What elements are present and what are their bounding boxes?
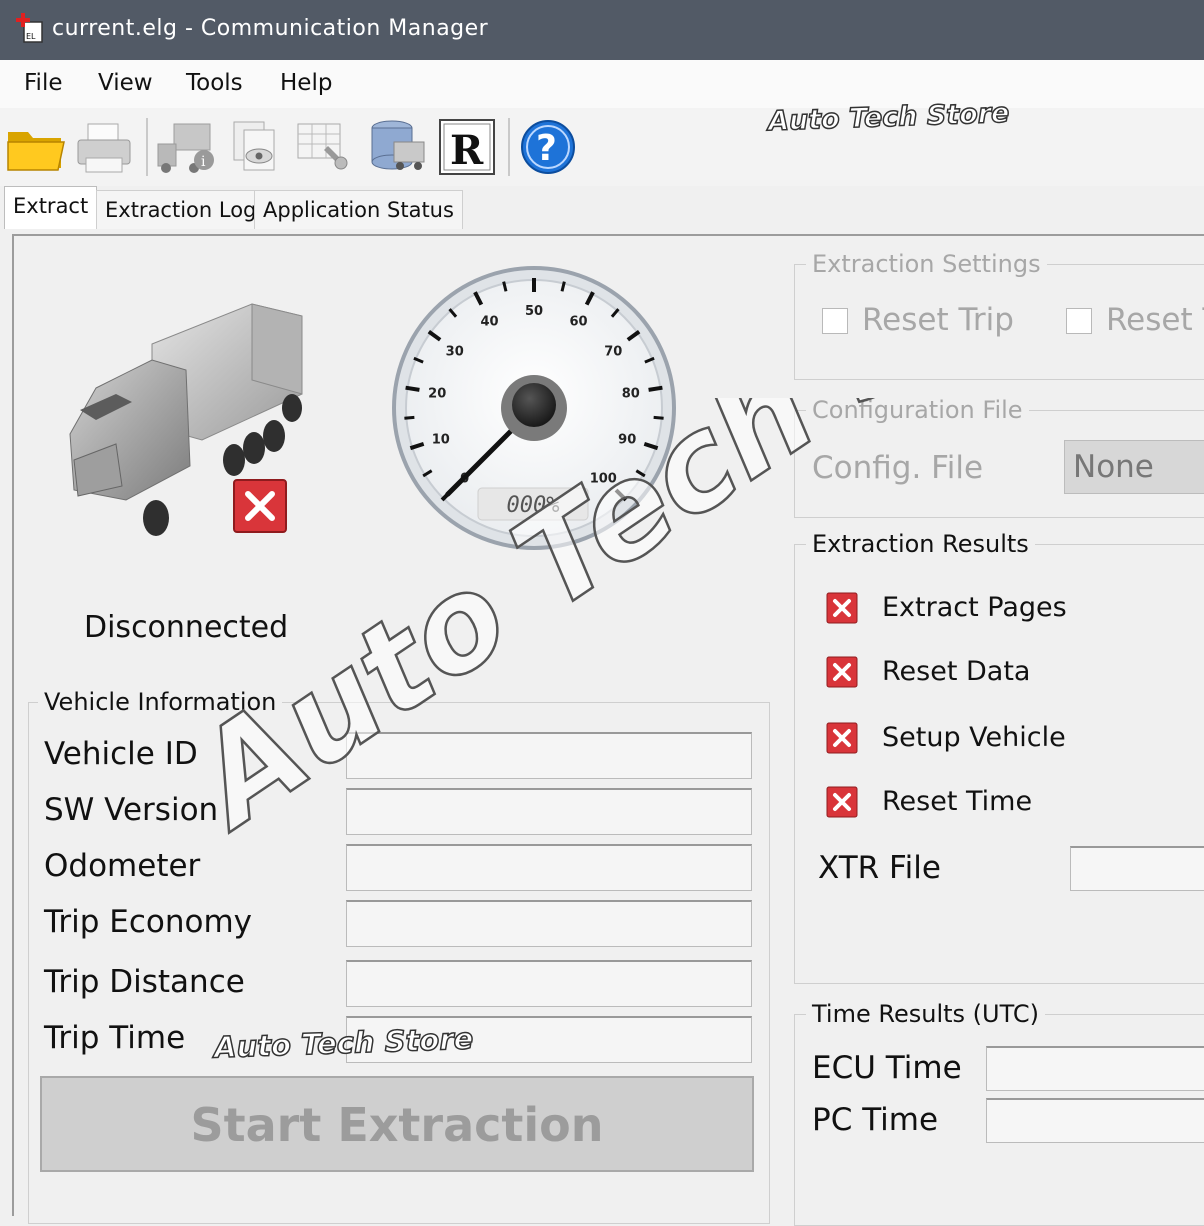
table-settings-icon[interactable] [290, 116, 354, 178]
gauge-tick-label: 40 [480, 315, 498, 330]
gauge-tick-label: 100 [590, 471, 617, 486]
reset-time-error-icon [826, 786, 858, 818]
gauge-major-tick [405, 385, 420, 392]
reset-data-error-icon [826, 656, 858, 688]
menu-tools[interactable]: Tools [186, 70, 243, 96]
pc-time-field [986, 1098, 1204, 1143]
reset-time-checkbox[interactable] [1066, 308, 1092, 334]
ecu-time-field [986, 1046, 1204, 1091]
truck-info-icon[interactable]: i [154, 116, 218, 178]
reset-data-label: Reset Data [882, 656, 1031, 687]
reset-trip-label: Reset Trip [862, 302, 1014, 338]
gauge-tick-label: 10 [432, 432, 450, 447]
pc-time-label: PC Time [812, 1102, 939, 1138]
toolbar: i R ? Auto Tech Store [0, 97, 1204, 186]
open-folder-icon[interactable] [4, 116, 68, 178]
menu-help[interactable]: Help [280, 70, 332, 96]
reset-time-setting-label: Reset T [1106, 302, 1204, 338]
gauge-readout: 000% [507, 493, 560, 518]
menu-bar: File View Tools Help [0, 60, 1204, 108]
vehicle-id-label: Vehicle ID [44, 736, 198, 772]
extract-pages-label: Extract Pages [882, 592, 1067, 623]
truck-disconnected-icon [69, 303, 303, 536]
tab-application-status[interactable]: Application Status [254, 190, 463, 229]
reset-trip-checkbox[interactable] [822, 308, 848, 334]
truck-database-icon[interactable] [366, 116, 430, 178]
xtr-file-field [1070, 846, 1204, 891]
odometer-field [346, 844, 752, 891]
gauge-tick-label: 20 [428, 387, 446, 402]
extract-pages-error-icon [826, 592, 858, 624]
start-extraction-label: Start Extraction [190, 1098, 604, 1152]
svg-text:i: i [201, 154, 206, 170]
gauge-tick-label: 70 [604, 344, 622, 359]
gauge-major-tick [648, 385, 663, 392]
gauge-tick-label: 90 [618, 432, 636, 447]
help-icon[interactable]: ? [516, 116, 580, 178]
trip-economy-field [346, 900, 752, 947]
config-file-label: Config. File [812, 450, 984, 486]
toolbar-separator [508, 118, 510, 176]
config-file-dropdown[interactable]: None [1064, 440, 1204, 494]
sw-version-label: SW Version [44, 792, 219, 828]
svg-text:?: ? [536, 128, 557, 169]
trip-distance-label: Trip Distance [44, 964, 245, 1000]
svg-text:EL: EL [26, 32, 36, 41]
setup-vehicle-error-icon [826, 722, 858, 754]
configuration-file-title: Configuration File [806, 396, 1029, 424]
vehicle-id-field [346, 732, 752, 779]
start-extraction-button[interactable]: Start Extraction [40, 1076, 754, 1172]
print-icon[interactable] [72, 116, 136, 178]
gauge-tick-label: 80 [622, 387, 640, 402]
tab-extract[interactable]: Extract [4, 186, 98, 229]
odometer-label: Odometer [44, 848, 201, 884]
reset-time-label: Reset Time [882, 786, 1033, 817]
view-documents-icon[interactable] [222, 116, 286, 178]
tab-bar: Extract Extraction Log Application Statu… [0, 186, 1204, 232]
config-file-value: None [1073, 449, 1154, 485]
gauge-tick-label: 60 [569, 315, 587, 330]
window-title: current.elg - Communication Manager [52, 16, 489, 41]
menu-view[interactable]: View [98, 70, 153, 96]
setup-vehicle-label: Setup Vehicle [882, 722, 1066, 753]
extraction-settings-title: Extraction Settings [806, 250, 1047, 278]
tab-extraction-log[interactable]: Extraction Log [96, 190, 266, 229]
app-icon: EL [16, 13, 43, 43]
gauge-tick-label: 30 [446, 344, 464, 359]
extraction-results-title: Extraction Results [806, 530, 1035, 558]
svg-text:R: R [450, 127, 484, 174]
gauge-tick-label: 50 [525, 304, 543, 319]
vehicle-information-title: Vehicle Information [38, 688, 283, 716]
trip-economy-label: Trip Economy [44, 904, 253, 940]
gauge-minor-tick [653, 415, 664, 420]
sw-version-field [346, 788, 752, 835]
toolbar-separator [146, 118, 148, 176]
progress-gauge: 0102030405060708090100 000% [392, 266, 676, 550]
connection-status: Disconnected [84, 610, 289, 645]
trip-distance-field [346, 960, 752, 1007]
title-bar: EL current.elg - Communication Manager [0, 0, 1204, 60]
time-results-title: Time Results (UTC) [806, 1000, 1045, 1028]
xtr-file-label: XTR File [818, 850, 941, 886]
menu-file[interactable]: File [24, 70, 63, 96]
r-icon[interactable]: R [436, 116, 500, 178]
trip-time-label: Trip Time [44, 1020, 186, 1056]
gauge-hub [512, 383, 556, 427]
ecu-time-label: ECU Time [812, 1050, 962, 1086]
gauge-minor-tick [404, 415, 415, 420]
